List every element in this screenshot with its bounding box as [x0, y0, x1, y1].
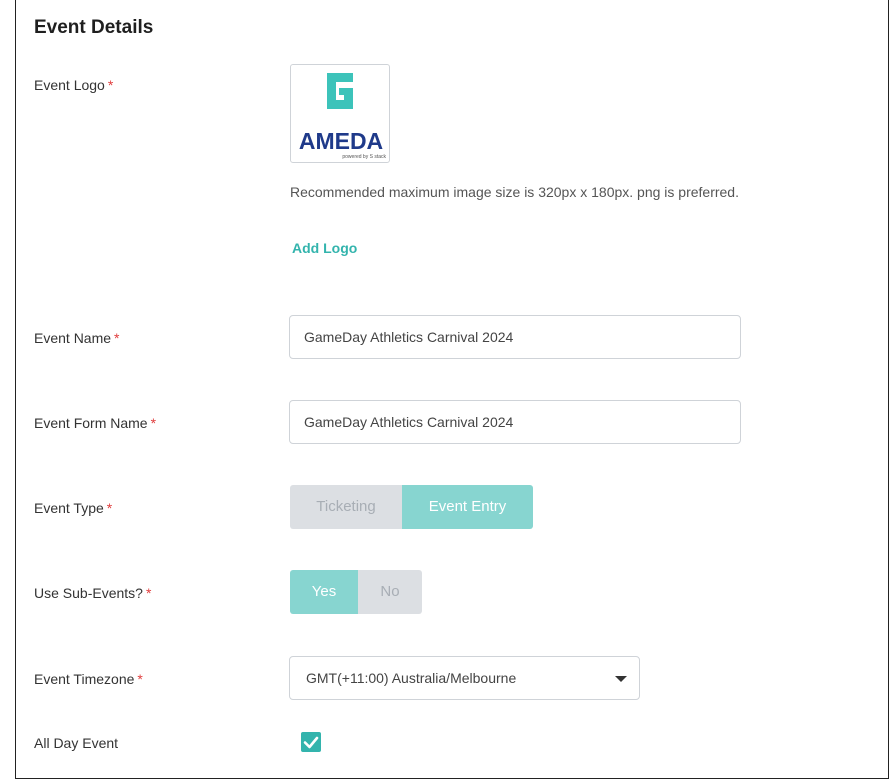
- event-form-name-label-text: Event Form Name: [34, 415, 148, 431]
- gameday-g-logo-icon: [327, 73, 353, 109]
- chevron-down-icon: [615, 676, 627, 682]
- event-logo-preview[interactable]: AMEDA powered by S stack: [290, 64, 390, 163]
- event-timezone-value: GMT(+11:00) Australia/Melbourne: [306, 670, 517, 686]
- sub-events-option-yes[interactable]: Yes: [290, 570, 358, 614]
- sub-events-option-no[interactable]: No: [358, 570, 422, 614]
- required-mark: *: [150, 415, 157, 431]
- event-logo-label: Event Logo *: [34, 77, 113, 93]
- sub-events-label-text: Use Sub-Events?: [34, 585, 143, 601]
- event-type-toggle: Ticketing Event Entry: [290, 485, 533, 529]
- all-day-event-checkbox[interactable]: [301, 732, 321, 752]
- required-mark: *: [145, 585, 152, 601]
- event-name-label: Event Name *: [34, 330, 120, 346]
- add-logo-link[interactable]: Add Logo: [292, 240, 357, 256]
- section-title: Event Details: [34, 17, 154, 38]
- event-timezone-label: Event Timezone *: [34, 671, 143, 687]
- check-icon: [303, 736, 319, 749]
- sub-events-label: Use Sub-Events? *: [34, 585, 151, 601]
- required-mark: *: [106, 500, 113, 516]
- event-timezone-select[interactable]: GMT(+11:00) Australia/Melbourne: [289, 656, 640, 700]
- event-logo-label-text: Event Logo: [34, 77, 105, 93]
- logo-size-hint: Recommended maximum image size is 320px …: [290, 184, 739, 200]
- logo-wordmark: AMEDA: [298, 128, 384, 154]
- event-form-name-label: Event Form Name *: [34, 415, 156, 431]
- required-mark: *: [107, 77, 114, 93]
- event-type-option-ticketing[interactable]: Ticketing: [290, 485, 402, 529]
- event-form-name-input[interactable]: GameDay Athletics Carnival 2024: [289, 400, 741, 444]
- all-day-event-label: All Day Event: [34, 735, 119, 751]
- event-name-label-text: Event Name: [34, 330, 112, 346]
- required-mark: *: [137, 671, 143, 687]
- required-mark: *: [114, 330, 120, 346]
- sub-events-toggle: Yes No: [290, 570, 422, 614]
- logo-subtext: powered by S stack: [342, 154, 386, 160]
- event-type-option-event-entry[interactable]: Event Entry: [402, 485, 533, 529]
- event-timezone-label-text: Event Timezone: [34, 671, 135, 687]
- event-name-input[interactable]: GameDay Athletics Carnival 2024: [289, 315, 741, 359]
- event-type-label-text: Event Type: [34, 500, 104, 516]
- event-type-label: Event Type *: [34, 500, 112, 516]
